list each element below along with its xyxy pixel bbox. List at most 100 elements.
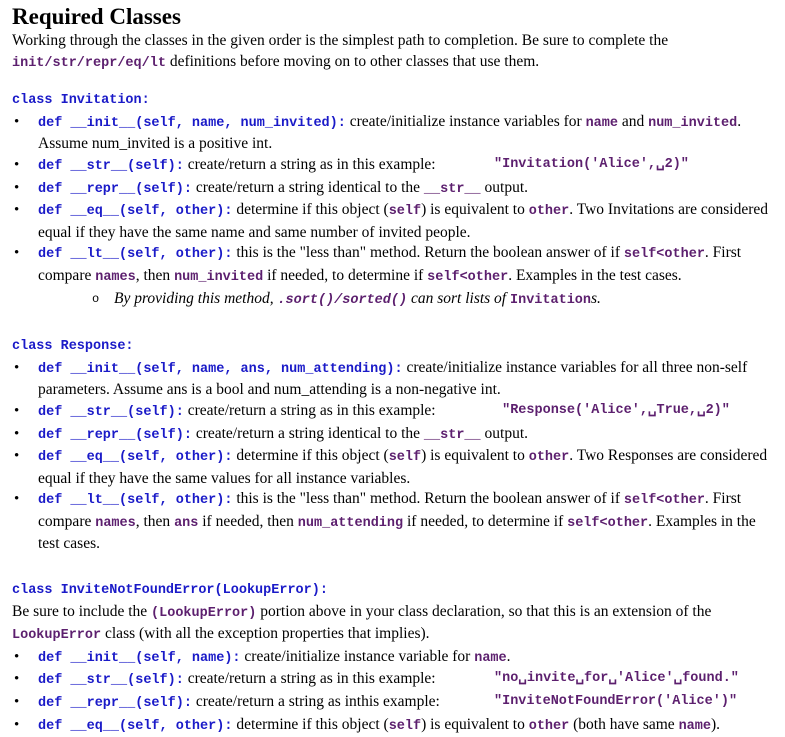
text: class (with all the exception properties… xyxy=(101,625,430,643)
method-list-item: def __repr__(self): create/return a stri… xyxy=(12,424,773,447)
class-section: class InviteNotFoundError(LookupError): B… xyxy=(12,581,773,737)
class-heading: class InviteNotFoundError(LookupError): xyxy=(12,583,328,599)
text: determine if this object ( xyxy=(232,715,389,733)
inline-code: self xyxy=(388,718,422,734)
inline-code: __str__ xyxy=(423,181,481,197)
inline-code: init/str/repr/eq/lt xyxy=(12,55,166,71)
text: definitions before moving on to other cl… xyxy=(165,52,540,70)
text: Working through the classes in the given… xyxy=(12,32,669,49)
inline-code: num_invited xyxy=(174,269,264,285)
method-list: def __init__(self, name, num_invited): c… xyxy=(12,112,773,311)
inline-code: names xyxy=(95,515,136,531)
text: if needed, to determine if xyxy=(263,266,428,284)
code-signature: def __repr__(self): xyxy=(38,181,192,197)
code-signature: def __str__(self): xyxy=(38,158,184,174)
inline-code: self<other xyxy=(567,515,649,531)
method-list-item: def __eq__(self, other): determine if th… xyxy=(12,715,773,737)
inline-code: num_attending xyxy=(297,515,404,531)
inline-code: other xyxy=(528,204,570,220)
inline-code: ans xyxy=(174,515,199,531)
code-signature: def __repr__(self): xyxy=(38,696,192,712)
code-signature: def __str__(self): xyxy=(38,404,184,420)
text: (both have same xyxy=(569,715,679,733)
code-signature: def __eq__(self, other): xyxy=(38,718,233,734)
example-string: "Invitation('Alice',␣2)" xyxy=(494,156,689,172)
inline-code: name xyxy=(678,718,711,734)
inline-code-italic: .sort()/sorted() xyxy=(277,292,408,308)
class-heading: class Invitation: xyxy=(12,93,150,109)
code-signature: def __init__(self, name): xyxy=(38,650,241,666)
text: ) is equivalent to xyxy=(421,715,529,733)
method-list-item: def __init__(self, name, num_invited): c… xyxy=(12,112,773,155)
code-signature: def __init__(self, name, num_invited): xyxy=(38,115,346,131)
inline-code: self<other xyxy=(623,493,705,509)
method-list-item: def __lt__(self, other): this is the "le… xyxy=(12,489,773,555)
page-title: Required Classes xyxy=(12,4,181,29)
text: , then xyxy=(135,266,175,284)
text: ). xyxy=(710,715,721,733)
text: create/return a string as in this exampl… xyxy=(183,401,436,419)
text: if needed, to determine if xyxy=(403,512,568,530)
text: Be sure to include the xyxy=(12,602,152,620)
text: create/return a string identical to the xyxy=(191,178,424,196)
italic-text: s. xyxy=(591,289,601,307)
method-list-item: def __eq__(self, other): determine if th… xyxy=(12,446,773,489)
code-signature: def __eq__(self, other): xyxy=(38,450,233,466)
text: and xyxy=(617,112,649,130)
inline-code: num_invited xyxy=(648,115,738,131)
method-list-item: def __str__(self): create/return a strin… xyxy=(12,155,773,178)
class-heading: class Response: xyxy=(12,339,134,355)
italic-text: can sort lists of xyxy=(407,289,510,307)
text: create/return a string identical to the xyxy=(191,424,424,442)
method-list-item: def __eq__(self, other): determine if th… xyxy=(12,200,773,243)
inline-code: (LookupError) xyxy=(151,605,257,621)
text: output. xyxy=(480,178,529,196)
class-section: class Invitation: def __init__(self, name… xyxy=(12,91,773,311)
method-list-item: def __repr__(self): create/return a stri… xyxy=(12,178,773,201)
method-list-item: def __repr__(self): create/return a stri… xyxy=(12,692,773,715)
code-signature: def __str__(self): xyxy=(38,673,184,689)
inline-code: __str__ xyxy=(423,427,481,443)
inline-code: name xyxy=(585,115,618,131)
inline-code: other xyxy=(528,718,570,734)
code-signature: def __lt__(self, other): xyxy=(38,247,233,263)
document-page: Required Classes Working through the cla… xyxy=(0,0,785,737)
inline-code: LookupError xyxy=(12,628,102,644)
text: , then xyxy=(135,512,175,530)
text: . xyxy=(506,647,511,665)
method-list-item: def __str__(self): create/return a strin… xyxy=(12,669,773,692)
method-list: def __init__(self, name, ans, num_attend… xyxy=(12,358,773,555)
text: ) is equivalent to xyxy=(421,201,529,219)
code-signature: def __init__(self, name, ans, num_attend… xyxy=(38,361,403,377)
code-signature: def __lt__(self, other): xyxy=(38,493,233,509)
text: create/return a string as in this exampl… xyxy=(183,670,436,688)
text: this is the "less than" method. Return t… xyxy=(232,244,624,262)
inline-code: self<other xyxy=(623,247,705,263)
text: portion above in your class declaration,… xyxy=(256,602,712,620)
class-section: class Response: def __init__(self, name, … xyxy=(12,337,773,555)
text: determine if this object ( xyxy=(232,201,389,219)
inline-code: self<other xyxy=(427,269,509,285)
example-string: "no␣invite␣for␣'Alice'␣found." xyxy=(494,671,739,687)
text: if needed, then xyxy=(198,512,298,530)
method-list-item: def __lt__(self, other): this is the "le… xyxy=(12,243,773,288)
text: . Examples in the test cases. xyxy=(508,266,682,284)
intro-paragraph: Working through the classes in the given… xyxy=(12,31,773,74)
code-signature: def __eq__(self, other): xyxy=(38,204,233,220)
method-list: def __init__(self, name): create/initial… xyxy=(12,647,773,737)
sub-list-item: By providing this method, .sort()/sorted… xyxy=(12,289,773,312)
text: create/initialize instance variables for xyxy=(345,112,586,130)
inline-code: name xyxy=(474,650,507,666)
method-list-item: def __init__(self, name): create/initial… xyxy=(12,647,773,670)
text: ) is equivalent to xyxy=(421,447,529,465)
class-sections: class Invitation: def __init__(self, name… xyxy=(12,91,773,737)
method-list-item: def __init__(self, name, ans, num_attend… xyxy=(12,358,773,401)
code-signature: def __repr__(self): xyxy=(38,427,192,443)
text: this is the "less than" method. Return t… xyxy=(232,490,624,508)
inline-code: self xyxy=(388,204,422,220)
example-string: "Response('Alice',␣True,␣2)" xyxy=(494,402,730,418)
example-string: "InviteNotFoundError('Alice')" xyxy=(494,694,738,710)
text: create/return a string as inthis example… xyxy=(191,693,440,711)
italic-text: By providing this method, xyxy=(114,289,278,307)
method-list-item: def __str__(self): create/return a strin… xyxy=(12,401,773,424)
